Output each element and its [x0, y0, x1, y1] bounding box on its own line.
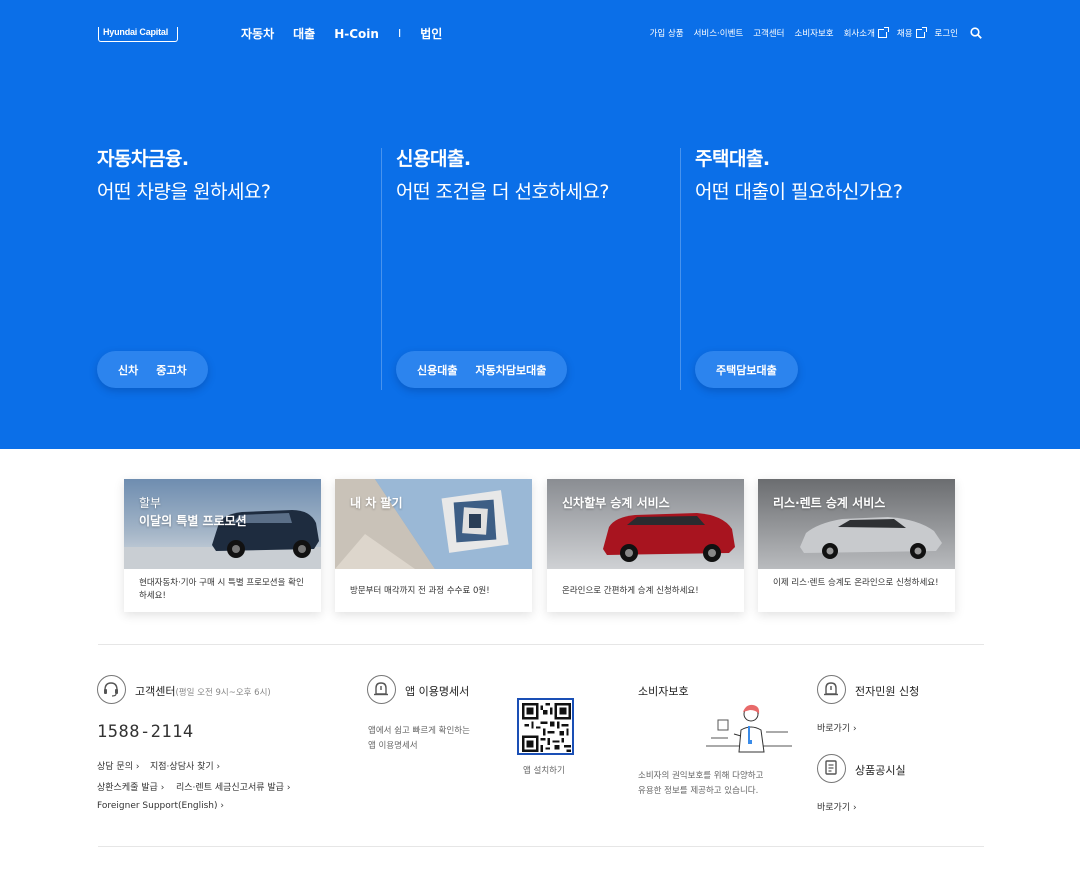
divider	[98, 846, 984, 847]
card-title: 신차할부 승계 서비스	[562, 496, 670, 510]
column-divider	[680, 148, 681, 390]
used-car-button[interactable]: 중고차	[156, 362, 186, 378]
card-lease-rent-transfer[interactable]: 리스·렌트 승계 서비스 이제 리스·렌트 승계도 온라인으로 신청하세요!	[758, 479, 955, 612]
hero-col-mortgage: 주택대출. 어떤 대출이 필요하신가요?	[695, 144, 903, 204]
card-sell-my-car[interactable]: 내 차 팔기 방문부터 매각까지 전 과정 수수료 0원!	[335, 479, 532, 612]
hero-subtitle: 어떤 조건을 더 선호하세요?	[396, 181, 609, 203]
card-description: 온라인으로 간편하게 승계 신청하세요!	[562, 586, 699, 596]
hero-title: 자동차금융.	[97, 148, 189, 170]
product-notice-title: 상품공시실	[855, 764, 906, 777]
consumer-illustration	[706, 702, 792, 760]
util-products[interactable]: 가입 상품	[650, 27, 684, 39]
utility-nav: 가입 상품 서비스·이벤트 고객센터 소비자보호 회사소개 채용 로그인	[640, 26, 982, 39]
silver-sedan-image	[758, 479, 955, 569]
repayment-schedule-link[interactable]: 상환스케줄 발급 ›	[97, 780, 164, 793]
e-complaint-link[interactable]: 바로가기 ›	[817, 721, 857, 734]
app-statement-desc: 앱에서 쉽고 빠르게 확인하는 앱 이용명세서	[368, 726, 470, 751]
card-promotion[interactable]: 할부 이달의 특별 프로모션 현대자동차·기아 구매 시 특별 프로모션을 확인…	[124, 479, 321, 612]
nav-hcoin[interactable]: H-Coin	[334, 27, 379, 41]
card-description: 현대자동차·기아 구매 시 특별 프로모션을 확인하세요!	[139, 578, 304, 601]
hero-section: Hyundai Capital 자동차 대출 H-Coin I 법인 가입 상품…	[0, 0, 1080, 449]
nav-car[interactable]: 자동차	[241, 25, 274, 42]
hero-subtitle: 어떤 대출이 필요하신가요?	[695, 181, 903, 203]
hero-col-credit-loan: 신용대출. 어떤 조건을 더 선호하세요?	[396, 144, 609, 204]
nav-corporate[interactable]: 법인	[420, 25, 442, 42]
branch-finder-link[interactable]: 지점·상담사 찾기 ›	[150, 759, 220, 772]
util-customer-center[interactable]: 고객센터	[753, 27, 784, 39]
mortgage-loan-button[interactable]: 주택담보대출	[716, 362, 777, 378]
credit-loan-pill: 신용대출 자동차담보대출	[396, 351, 568, 388]
main-nav: 자동차 대출 H-Coin I 법인	[241, 25, 461, 42]
card-title: 이달의 특별 프로모션	[139, 514, 247, 528]
nav-separator: I	[397, 27, 402, 40]
util-careers[interactable]: 채용	[897, 26, 927, 39]
external-link-icon	[877, 26, 889, 38]
app-statement-title: 앱 이용명세서	[405, 685, 470, 698]
column-divider	[381, 148, 382, 390]
util-consumer-protection[interactable]: 소비자보호	[795, 27, 834, 39]
hero-title: 신용대출.	[396, 148, 471, 170]
auto-secured-loan-button[interactable]: 자동차담보대출	[475, 362, 546, 378]
red-suv-image	[547, 479, 744, 569]
phone-number: 1588-2114	[97, 722, 194, 742]
card-description: 방문부터 매각까지 전 과정 수수료 0원!	[350, 586, 490, 596]
card-title: 리스·렌트 승계 서비스	[773, 496, 886, 510]
e-complaint-title: 전자민원 신청	[855, 685, 920, 698]
app-install-link[interactable]: 앱 설치하기	[523, 764, 565, 779]
card-category: 할부	[139, 496, 162, 510]
credit-loan-button[interactable]: 신용대출	[417, 362, 457, 378]
hero-title: 주택대출.	[695, 148, 770, 170]
new-car-button[interactable]: 신차	[118, 362, 138, 378]
hero-col-auto-finance: 자동차금융. 어떤 차량을 원하세요?	[97, 144, 271, 204]
headset-icon	[97, 675, 126, 704]
consumer-protection-desc: 소비자의 권익보호를 위해 다양하고 유용한 정보를 제공하고 있습니다.	[638, 771, 764, 796]
customer-center-title: 고객센터(평일 오전 9시~오후 6시)	[135, 685, 271, 698]
search-icon[interactable]	[970, 27, 982, 39]
card-description: 이제 리스·렌트 승계도 온라인으로 신청하세요!	[773, 578, 939, 588]
architecture-image	[335, 479, 532, 569]
card-installment-transfer[interactable]: 신차할부 승계 서비스 온라인으로 간편하게 승계 신청하세요!	[547, 479, 744, 612]
external-link-icon	[915, 26, 927, 38]
qr-code-image	[517, 698, 574, 755]
consult-inquiry-link[interactable]: 상담 문의 ›	[97, 759, 139, 772]
divider	[98, 644, 984, 645]
auto-finance-pill: 신차 중고차	[97, 351, 208, 388]
util-company-intro[interactable]: 회사소개	[844, 26, 889, 39]
card-title: 내 차 팔기	[350, 496, 403, 510]
mortgage-pill: 주택담보대출	[695, 351, 798, 388]
foreigner-support-link[interactable]: Foreigner Support(English) ›	[97, 801, 224, 811]
hyundai-capital-logo[interactable]: Hyundai Capital	[98, 27, 178, 42]
product-notice-link[interactable]: 바로가기 ›	[817, 800, 857, 813]
alert-icon	[817, 675, 846, 704]
nav-loan[interactable]: 대출	[293, 25, 315, 42]
document-icon	[817, 754, 846, 783]
hero-subtitle: 어떤 차량을 원하세요?	[97, 181, 271, 203]
tax-documents-link[interactable]: 리스·렌트 세금신고서류 발급 ›	[176, 780, 290, 793]
util-service-event[interactable]: 서비스·이벤트	[694, 27, 744, 39]
business-hours: (평일 오전 9시~오후 6시)	[175, 688, 271, 698]
consumer-protection-title: 소비자보호	[638, 685, 689, 698]
util-login[interactable]: 로그인	[935, 27, 958, 39]
alert-icon	[367, 675, 396, 704]
